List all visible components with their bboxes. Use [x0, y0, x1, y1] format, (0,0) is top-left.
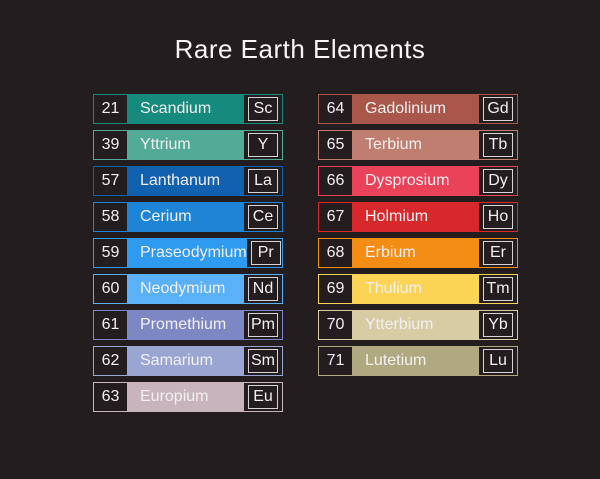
element-symbol-box: Pm — [244, 311, 282, 339]
element-symbol-box: Sc — [244, 95, 282, 123]
element-name: Erbium — [352, 239, 479, 267]
element-symbol: Sm — [248, 349, 278, 373]
atomic-number: 66 — [319, 167, 352, 195]
element-symbol: Er — [483, 241, 513, 265]
element-row: 21 Scandium Sc — [93, 94, 283, 124]
atomic-number: 60 — [94, 275, 127, 303]
element-symbol: Ho — [483, 205, 513, 229]
element-symbol-box: Pr — [247, 239, 285, 267]
atomic-number: 57 — [94, 167, 127, 195]
element-name: Terbium — [352, 131, 479, 159]
element-name: Ytterbium — [352, 311, 479, 339]
element-symbol-box: Ce — [244, 203, 282, 231]
element-symbol-box: Yb — [479, 311, 517, 339]
atomic-number: 39 — [94, 131, 127, 159]
element-symbol: Lu — [483, 349, 513, 373]
atomic-number: 68 — [319, 239, 352, 267]
element-symbol-box: Tb — [479, 131, 517, 159]
element-row: 66 Dysprosium Dy — [318, 166, 518, 196]
element-name: Dysprosium — [352, 167, 479, 195]
atomic-number: 70 — [319, 311, 352, 339]
element-name: Samarium — [127, 347, 244, 375]
element-row: 65 Terbium Tb — [318, 130, 518, 160]
element-symbol-box: Y — [244, 131, 282, 159]
element-name: Europium — [127, 383, 244, 411]
atomic-number: 63 — [94, 383, 127, 411]
element-row: 69 Thulium Tm — [318, 274, 518, 304]
element-row: 64 Gadolinium Gd — [318, 94, 518, 124]
element-symbol: Pm — [248, 313, 278, 337]
element-name: Scandium — [127, 95, 244, 123]
element-row: 67 Holmium Ho — [318, 202, 518, 232]
atomic-number: 64 — [319, 95, 352, 123]
atomic-number: 59 — [94, 239, 127, 267]
element-row: 59 Praseodymium Pr — [93, 238, 283, 268]
element-row: 71 Lutetium Lu — [318, 346, 518, 376]
element-row: 60 Neodymium Nd — [93, 274, 283, 304]
element-row: 62 Samarium Sm — [93, 346, 283, 376]
element-name: Thulium — [352, 275, 479, 303]
element-symbol-box: Tm — [479, 275, 517, 303]
element-symbol: Tm — [483, 277, 513, 301]
element-row: 57 Lanthanum La — [93, 166, 283, 196]
atomic-number: 65 — [319, 131, 352, 159]
element-symbol-box: Eu — [244, 383, 282, 411]
element-name: Promethium — [127, 311, 244, 339]
element-symbol: Y — [248, 133, 278, 157]
element-name: Yttrium — [127, 131, 244, 159]
element-symbol-box: Sm — [244, 347, 282, 375]
element-symbol: Gd — [483, 97, 513, 121]
element-symbol: Dy — [483, 169, 513, 193]
element-name: Praseodymium — [127, 239, 247, 267]
element-symbol-box: Nd — [244, 275, 282, 303]
element-symbol: Eu — [248, 385, 278, 409]
element-name: Cerium — [127, 203, 244, 231]
element-row: 70 Ytterbium Yb — [318, 310, 518, 340]
element-symbol-box: La — [244, 167, 282, 195]
element-name: Holmium — [352, 203, 479, 231]
element-symbol: Ce — [248, 205, 278, 229]
element-symbol-box: Ho — [479, 203, 517, 231]
element-symbol: Nd — [248, 277, 278, 301]
element-symbol-box: Lu — [479, 347, 517, 375]
element-column-left: 21 Scandium Sc 39 Yttrium Y 57 Lanthanum… — [93, 94, 283, 418]
element-row: 63 Europium Eu — [93, 382, 283, 412]
element-symbol: Pr — [251, 241, 281, 265]
atomic-number: 67 — [319, 203, 352, 231]
atomic-number: 71 — [319, 347, 352, 375]
element-row: 61 Promethium Pm — [93, 310, 283, 340]
element-symbol: La — [248, 169, 278, 193]
element-symbol: Sc — [248, 97, 278, 121]
element-name: Neodymium — [127, 275, 244, 303]
atomic-number: 62 — [94, 347, 127, 375]
element-symbol-box: Er — [479, 239, 517, 267]
element-row: 58 Cerium Ce — [93, 202, 283, 232]
element-name: Lutetium — [352, 347, 479, 375]
element-name: Lanthanum — [127, 167, 244, 195]
page-title: Rare Earth Elements — [0, 34, 600, 65]
atomic-number: 58 — [94, 203, 127, 231]
element-row: 39 Yttrium Y — [93, 130, 283, 160]
atomic-number: 21 — [94, 95, 127, 123]
element-symbol: Yb — [483, 313, 513, 337]
element-symbol: Tb — [483, 133, 513, 157]
element-row: 68 Erbium Er — [318, 238, 518, 268]
atomic-number: 61 — [94, 311, 127, 339]
element-name: Gadolinium — [352, 95, 479, 123]
atomic-number: 69 — [319, 275, 352, 303]
element-symbol-box: Gd — [479, 95, 517, 123]
element-column-right: 64 Gadolinium Gd 65 Terbium Tb 66 Dyspro… — [318, 94, 518, 382]
element-symbol-box: Dy — [479, 167, 517, 195]
